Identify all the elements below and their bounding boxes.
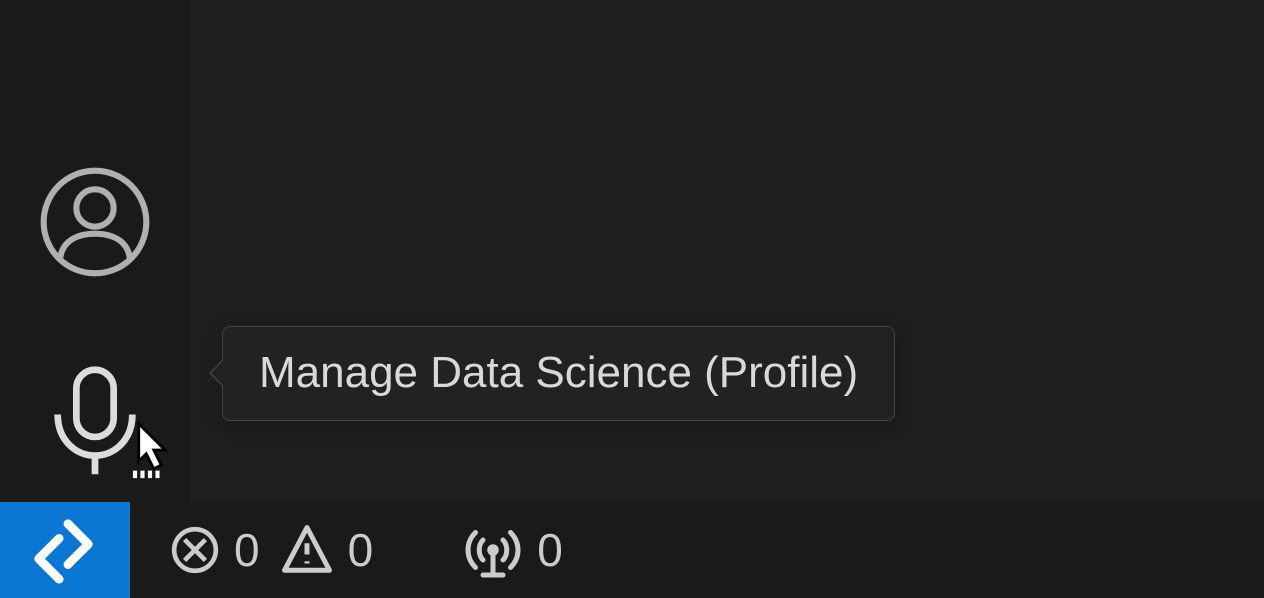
editor-area — [190, 0, 1264, 502]
problems-warnings[interactable]: 0 — [280, 523, 374, 577]
manage-tooltip: Manage Data Science (Profile) — [222, 326, 895, 421]
microphone-icon — [50, 366, 140, 478]
accounts-button[interactable] — [35, 162, 155, 282]
activity-bar — [0, 0, 190, 502]
user-icon — [39, 166, 151, 278]
warning-icon — [280, 523, 334, 577]
status-bar: 0 0 0 — [0, 502, 1264, 598]
remote-icon — [30, 515, 100, 585]
tooltip-text: Manage Data Science (Profile) — [259, 348, 858, 397]
ports-count: 0 — [537, 523, 563, 577]
warnings-count: 0 — [348, 523, 374, 577]
error-icon — [170, 525, 220, 575]
remote-button[interactable] — [0, 502, 130, 598]
errors-count: 0 — [234, 523, 260, 577]
problems-errors[interactable]: 0 — [170, 523, 260, 577]
manage-button[interactable] — [35, 362, 155, 482]
broadcast-icon — [463, 520, 523, 580]
ports-status[interactable]: 0 — [463, 520, 563, 580]
